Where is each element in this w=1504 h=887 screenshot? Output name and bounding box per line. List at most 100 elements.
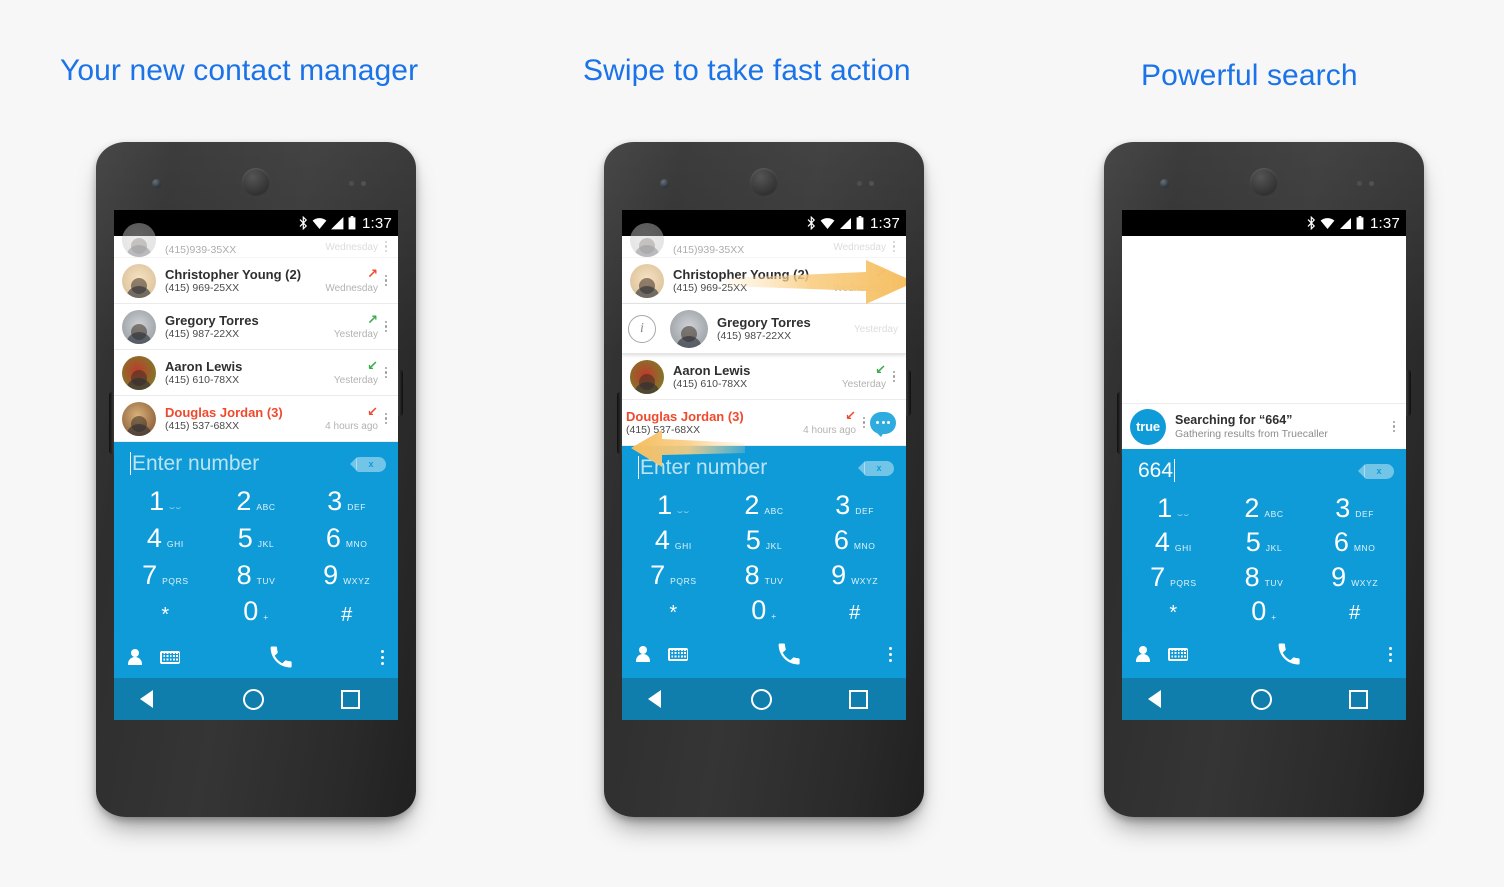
row-overflow-icon[interactable] — [380, 350, 392, 395]
call-log-row-aaron-lewis[interactable]: Aaron Lewis (415) 610-78XX ↙ Yesterday — [622, 354, 906, 400]
dialpad-key-0[interactable]: 0 + — [211, 596, 302, 633]
status-bar: 1:37 — [114, 210, 398, 236]
call-button[interactable] — [180, 643, 381, 671]
message-bubble-icon[interactable] — [870, 411, 896, 437]
keyboard-icon[interactable] — [1168, 647, 1188, 661]
dialpad-key-0[interactable]: 0 + — [1219, 596, 1310, 630]
dialpad-key-3[interactable]: 3 DEF — [301, 486, 392, 523]
row-overflow-icon[interactable] — [380, 304, 392, 349]
power-button[interactable] — [906, 370, 911, 416]
call-button[interactable] — [1188, 640, 1389, 668]
call-log-row-aaron-lewis[interactable]: Aaron Lewis (415) 610-78XX ↙ Yesterday — [114, 350, 398, 396]
dialpad-key-1[interactable]: 1 ⌣⌣ — [120, 486, 211, 523]
dialpad-key-5[interactable]: 5 JKL — [1219, 527, 1310, 561]
recents-icon[interactable] — [1348, 689, 1368, 709]
recents-icon[interactable] — [340, 689, 360, 709]
row-overflow-icon[interactable] — [380, 236, 392, 257]
power-button[interactable] — [1406, 370, 1411, 416]
keyboard-icon[interactable] — [160, 650, 180, 664]
recents-icon[interactable] — [848, 689, 868, 709]
dialpad-key-3[interactable]: 3 DEF — [809, 490, 900, 525]
dialpad-key-9[interactable]: 9 WXYZ — [301, 560, 392, 597]
row-overflow-icon[interactable] — [380, 396, 392, 441]
dialpad-key-8[interactable]: 8 TUV — [1219, 562, 1310, 596]
number-value: 664 — [1138, 459, 1174, 482]
dialpad-key-8[interactable]: 8 TUV — [211, 560, 302, 597]
dialpad-key-5[interactable]: 5 JKL — [719, 525, 810, 560]
call-button[interactable] — [688, 640, 889, 668]
dialpad-key-7[interactable]: 7 PQRS — [120, 560, 211, 597]
number-input[interactable]: Enter number — [130, 451, 356, 477]
key-digit: # — [341, 603, 353, 626]
info-icon[interactable]: i — [628, 314, 656, 343]
search-status-row[interactable]: true Searching for “664” Gathering resul… — [1122, 403, 1406, 449]
call-log-row-christopher-young[interactable]: Christopher Young (2) (415) 969-25XX ↗ W… — [114, 258, 398, 304]
key-digit: 6 — [833, 525, 849, 555]
number-field[interactable]: 664 x — [1122, 449, 1406, 493]
dialpad-key-1[interactable]: 1 ⌣⌣ — [628, 490, 719, 525]
dialpad-key-hash[interactable]: # — [1309, 596, 1400, 630]
back-icon[interactable] — [139, 690, 166, 708]
contacts-icon[interactable] — [128, 649, 142, 665]
contact-number: (415) 537-68XX — [165, 419, 240, 432]
call-log-row-gregory-torres-swiped[interactable]: i Gregory Torres (415) 987-22XX Yesterda… — [622, 304, 906, 354]
row-overflow-icon[interactable] — [888, 236, 900, 257]
row-overflow-icon[interactable] — [888, 354, 900, 399]
number-field[interactable]: Enter number x — [622, 446, 906, 490]
dialpad-key-4[interactable]: 4 GHI — [1128, 527, 1219, 561]
key-digit: 2 — [1244, 493, 1260, 523]
overflow-menu-icon[interactable] — [381, 649, 384, 665]
row-overflow-icon[interactable] — [1388, 404, 1400, 449]
dialpad-key-8[interactable]: 8 TUV — [719, 560, 810, 595]
home-icon[interactable] — [242, 688, 264, 710]
dialpad-key-7[interactable]: 7 PQRS — [628, 560, 719, 595]
home-icon[interactable] — [750, 688, 772, 710]
call-log-row-gregory-torres[interactable]: Gregory Torres (415) 987-22XX ↗ Yesterda… — [114, 304, 398, 350]
dialpad-key-2[interactable]: 2 ABC — [719, 490, 810, 525]
call-log-row-douglas-jordan-swiped[interactable]: Douglas Jordan (3) (415) 537-68XX ↙ 4 ho… — [622, 400, 906, 446]
dialpad-key-hash[interactable]: # — [301, 596, 392, 633]
row-overflow-icon[interactable] — [858, 400, 870, 445]
home-icon[interactable] — [1250, 688, 1272, 710]
dialpad-key-6[interactable]: 6 MNO — [301, 523, 392, 560]
dialpad-key-7[interactable]: 7 PQRS — [1128, 562, 1219, 596]
row-overflow-icon[interactable] — [380, 258, 392, 303]
call-log-row-partial[interactable]: (415)939-35XX Wednesday — [114, 223, 398, 258]
dialpad-key-hash[interactable]: # — [809, 595, 900, 630]
dialpad-key-9[interactable]: 9 WXYZ — [1309, 562, 1400, 596]
dialpad-key-0[interactable]: 0 + — [719, 595, 810, 630]
overflow-menu-icon[interactable] — [1389, 646, 1392, 662]
backspace-button[interactable]: x — [350, 456, 386, 472]
dialpad-key-1[interactable]: 1 ⌣⌣ — [1128, 493, 1219, 527]
dialpad-key-4[interactable]: 4 GHI — [120, 523, 211, 560]
dialpad-key-star[interactable]: * — [1128, 596, 1219, 630]
number-input[interactable]: 664 — [1138, 458, 1364, 484]
contacts-icon[interactable] — [1136, 646, 1150, 662]
dialpad-key-2[interactable]: 2 ABC — [1219, 493, 1310, 527]
back-icon[interactable] — [647, 690, 674, 708]
power-button[interactable] — [398, 370, 403, 416]
call-log-row-christopher-young[interactable]: Christopher Young (2) (415) 969-25XX ↗ W… — [622, 258, 906, 304]
backspace-button[interactable]: x — [1358, 463, 1394, 479]
keyboard-icon[interactable] — [668, 647, 688, 661]
number-field[interactable]: Enter number x — [114, 442, 398, 486]
row-text: Gregory Torres (415) 987-22XX — [708, 315, 854, 343]
call-log-row-douglas-jordan[interactable]: Douglas Jordan (3) (415) 537-68XX ↙ 4 ho… — [114, 396, 398, 442]
dialpad-key-5[interactable]: 5 JKL — [211, 523, 302, 560]
number-input[interactable]: Enter number — [638, 455, 864, 481]
dialpad-key-star[interactable]: * — [628, 595, 719, 630]
call-time: Wednesday — [833, 282, 886, 294]
dialpad-key-6[interactable]: 6 MNO — [809, 525, 900, 560]
back-icon[interactable] — [1147, 690, 1174, 708]
row-overflow-icon[interactable] — [888, 258, 900, 303]
dialpad-key-6[interactable]: 6 MNO — [1309, 527, 1400, 561]
dialpad-key-9[interactable]: 9 WXYZ — [809, 560, 900, 595]
call-log-row-partial[interactable]: (415)939-35XX Wednesday — [622, 223, 906, 258]
overflow-menu-icon[interactable] — [889, 646, 892, 662]
dialpad-key-2[interactable]: 2 ABC — [211, 486, 302, 523]
backspace-button[interactable]: x — [858, 460, 894, 476]
dialpad-key-3[interactable]: 3 DEF — [1309, 493, 1400, 527]
dialpad-key-star[interactable]: * — [120, 596, 211, 633]
contacts-icon[interactable] — [636, 646, 650, 662]
dialpad-key-4[interactable]: 4 GHI — [628, 525, 719, 560]
